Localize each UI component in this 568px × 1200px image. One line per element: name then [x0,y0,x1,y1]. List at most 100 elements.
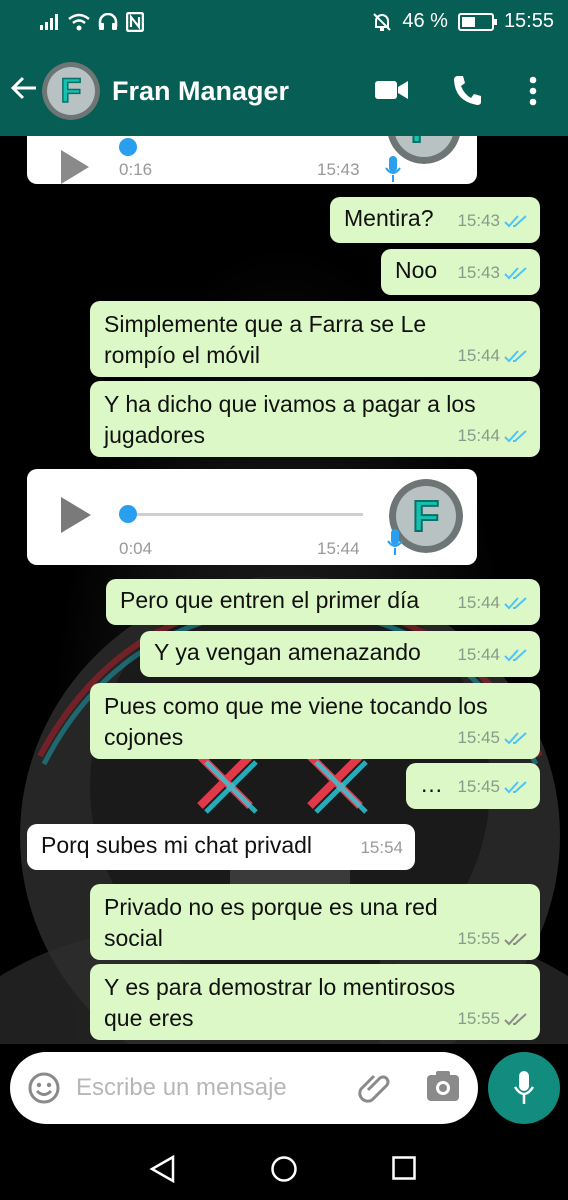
message-text: Noo [395,257,438,283]
nav-recents-icon[interactable] [392,1156,416,1180]
message-outgoing[interactable]: Noo 15:43 [381,249,540,295]
video-call-icon[interactable] [374,76,410,104]
nav-back-icon[interactable] [149,1155,175,1183]
battery-fill [461,16,475,27]
avatar-letter: F [61,72,82,110]
message-text: Porq subes mi chat privadl [41,832,313,858]
composer: Escribe un mensaje [0,1044,568,1140]
status-left-icons [40,12,144,32]
mic-icon [513,1071,535,1104]
battery-percent: 46 % [402,10,448,32]
play-icon[interactable] [61,150,89,184]
message-outgoing[interactable]: Y ya vengan amenazando 15:44 [140,631,540,677]
message-outgoing[interactable]: Privado no es porque es una red social 1… [90,884,540,960]
wifi-icon [68,13,90,31]
voice-track[interactable] [127,513,363,516]
message-time: 15:43 [317,160,360,179]
message-outgoing[interactable]: Mentira? 15:43 [330,197,540,243]
battery-icon [457,12,497,31]
status-right-icons: 46 % 15:55 [372,10,554,33]
message-meta: 15:44 [457,639,528,670]
voice-duration: 0:04 [119,539,153,558]
system-navigation-bar [0,1140,568,1200]
message-meta: 15:55 [457,923,528,954]
message-text: Pues como que me viene tocando los [104,693,488,719]
message-outgoing[interactable]: Y es para demostrar lo mentirosos que er… [90,964,540,1040]
chat-area[interactable]: 0:16 15:43 F Mentira? 15:43 Noo 15:43 Si… [0,136,568,1044]
voice-progress-dot[interactable] [119,505,137,523]
status-bar: 46 % 15:55 [0,0,568,46]
message-text: Simplemente que a Farra se Le [104,311,427,337]
back-arrow-icon[interactable] [10,74,38,102]
message-meta: 15:45 [457,771,528,802]
signal-icon [40,14,58,30]
message-outgoing[interactable]: Simplemente que a Farra se Le rompío el … [90,301,540,377]
message-time: 15:44 [317,539,360,558]
voice-progress-dot[interactable] [119,138,137,156]
read-ticks-icon [504,731,527,744]
voice-record-button[interactable] [488,1052,560,1124]
delivered-ticks-icon [504,932,527,945]
message-text: Y ya vengan amenazando [154,639,421,665]
message-time: 15:55 [457,1009,500,1028]
message-text: Mentira? [344,205,434,231]
voice-message[interactable]: 0:16 15:43 F [27,136,477,184]
attach-icon[interactable] [358,1070,392,1106]
message-outgoing[interactable]: … 15:45 [406,763,540,809]
message-time: 15:44 [457,645,500,664]
svg-text:F: F [413,492,440,541]
delivered-ticks-icon [504,1012,527,1025]
message-time: 15:44 [457,593,500,612]
read-ticks-icon [504,349,527,362]
message-meta: 15:44 [457,420,528,451]
read-ticks-icon [504,596,527,609]
message-meta: 15:43 [457,205,528,236]
message-outgoing[interactable]: Pues como que me viene tocando los cojon… [90,683,540,759]
muted-bell-icon [373,12,392,31]
message-input[interactable]: Escribe un mensaje [10,1052,478,1124]
message-time: 15:44 [457,346,500,365]
read-ticks-icon [504,266,527,279]
message-outgoing[interactable]: Y ha dicho que ivamos a pagar a los juga… [90,381,540,457]
contact-name[interactable]: Fran Manager [112,76,289,107]
svg-text:F: F [411,136,438,152]
message-meta: 15:45 [457,722,528,753]
more-options-icon[interactable] [528,76,538,106]
message-meta: 15:44 [457,340,528,371]
mic-icon [387,529,403,555]
play-icon[interactable] [61,497,91,533]
phone-icon[interactable] [452,74,482,106]
voice-message[interactable]: 0:04 15:44 F [27,469,477,565]
message-outgoing[interactable]: Pero que entren el primer día 15:44 [106,579,540,625]
message-meta: 15:54 [360,832,403,863]
clock: 15:55 [503,10,554,32]
nav-home-icon[interactable] [270,1155,298,1183]
message-meta: 15:44 [457,587,528,618]
message-time: 15:45 [457,777,500,796]
read-ticks-icon [504,780,527,793]
message-meta: 15:55 [457,1003,528,1034]
message-input-placeholder[interactable]: Escribe un mensaje [76,1074,287,1102]
message-time: 15:43 [457,263,500,282]
read-ticks-icon [504,648,527,661]
message-time: 15:44 [457,426,500,445]
message-text: Privado no es porque es una red [104,894,438,920]
contact-avatar[interactable]: F [42,62,100,120]
headphones-icon [98,13,118,30]
emoji-icon[interactable] [28,1072,60,1104]
message-incoming[interactable]: Porq subes mi chat privadl 15:54 [27,824,415,870]
message-time: 15:45 [457,728,500,747]
read-ticks-icon [504,429,527,442]
message-text: … [420,771,443,797]
message-time: 15:43 [457,211,500,230]
message-text: Y ha dicho que ivamos a pagar a los [104,391,476,417]
chat-header: F Fran Manager [0,46,568,136]
mic-icon [385,156,401,182]
message-meta: 15:43 [457,257,528,288]
read-ticks-icon [504,214,527,227]
camera-icon[interactable] [426,1070,460,1102]
message-text: Pero que entren el primer día [120,587,420,613]
message-text: Y es para demostrar lo mentirosos [104,974,456,1000]
nfc-icon [126,12,144,32]
message-time: 15:54 [360,838,403,857]
